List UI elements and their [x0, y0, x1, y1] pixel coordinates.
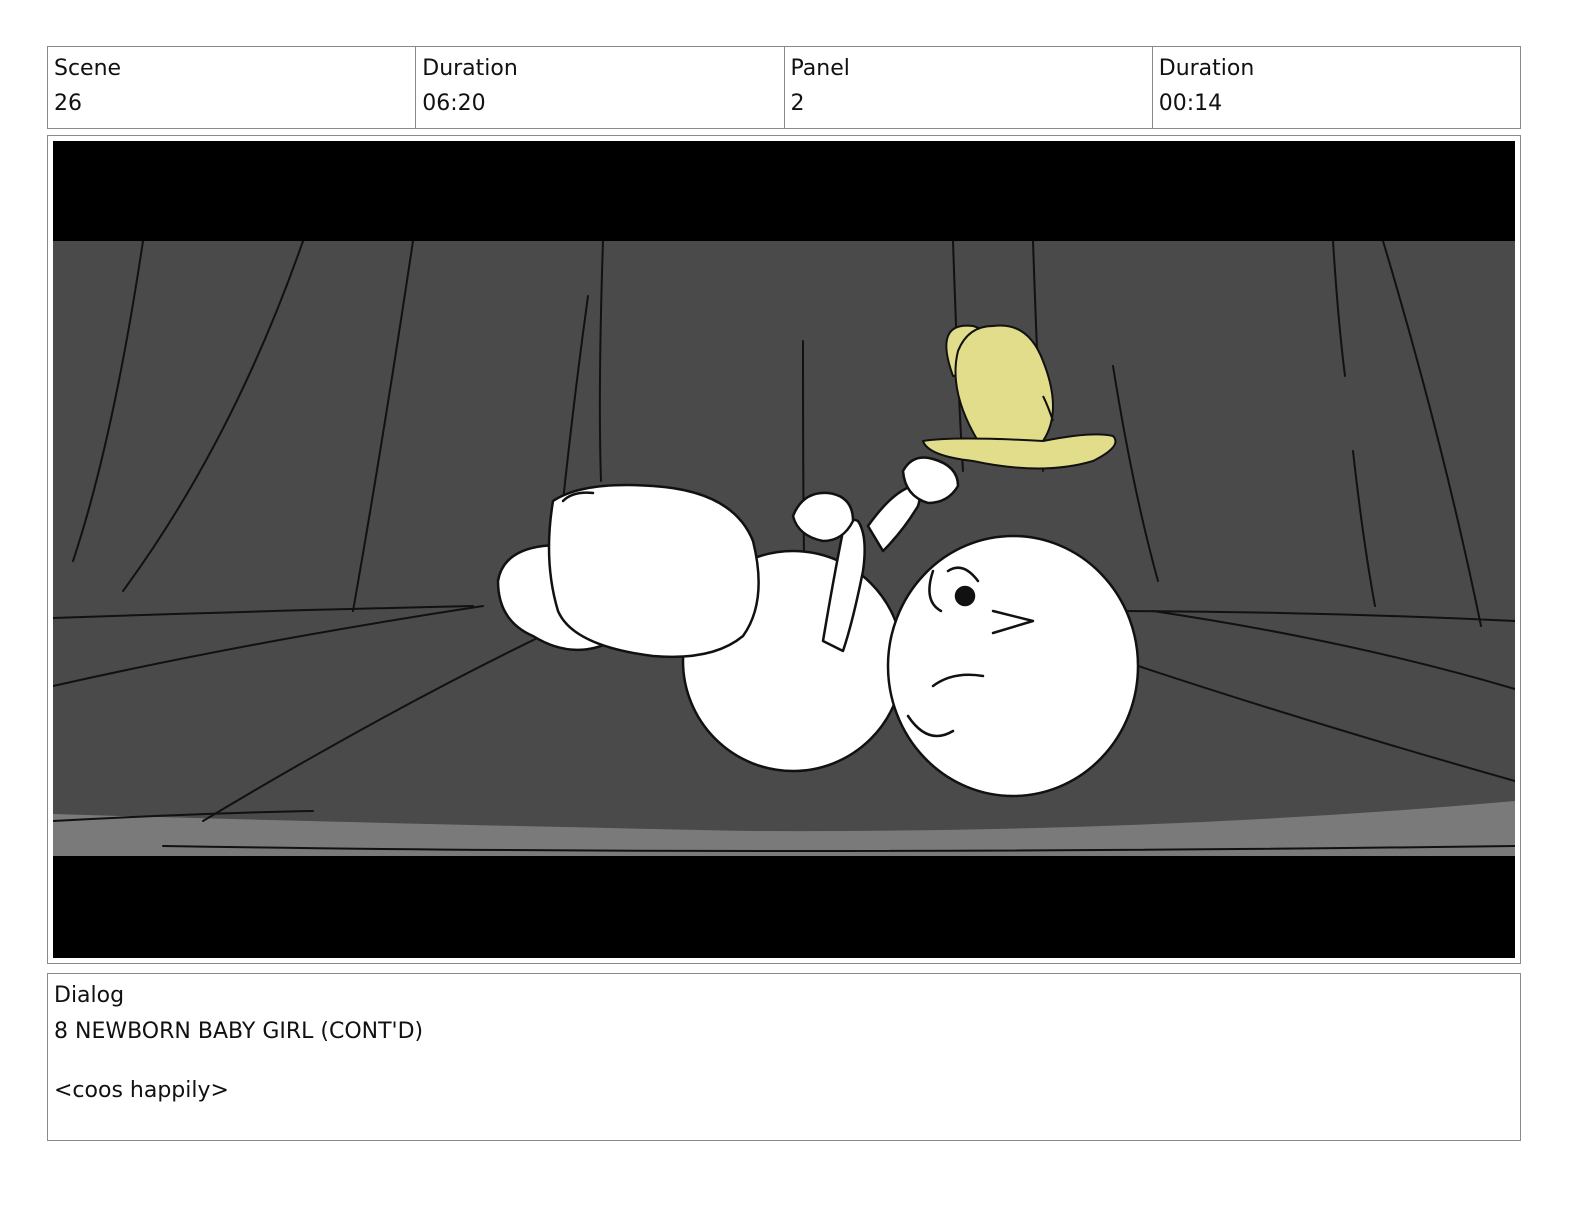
scene-duration-value: 06:20 — [422, 91, 486, 116]
scene-label: Scene — [54, 56, 122, 81]
scene-duration-cell: Duration 06:20 — [416, 47, 785, 128]
dialog-action-line: <coos happily> — [54, 1078, 229, 1103]
storyboard-panel-image — [53, 141, 1515, 958]
dialog-character-line: 8 NEWBORN BABY GIRL (CONT'D) — [54, 1019, 424, 1044]
dialog-box: Dialog 8 NEWBORN BABY GIRL (CONT'D) <coo… — [47, 973, 1521, 1141]
dialog-label: Dialog — [54, 983, 125, 1008]
panel-number: 2 — [790, 91, 805, 116]
panel-cell: Panel 2 — [785, 47, 1153, 128]
top-letterbox — [53, 141, 1515, 241]
scene-number: 26 — [54, 91, 82, 116]
panel-duration-value: 00:14 — [1158, 91, 1223, 116]
scene-duration-label: Duration — [422, 56, 518, 81]
panel-duration-cell: Duration 00:14 — [1153, 47, 1520, 128]
panel-label: Panel — [790, 56, 850, 81]
storyboard-header: Scene 26 Duration 06:20 Panel 2 Duration… — [47, 46, 1521, 129]
scene-cell: Scene 26 — [48, 47, 417, 128]
panel-duration-label: Duration — [1158, 56, 1255, 81]
bottom-letterbox — [53, 856, 1515, 958]
storyboard-panel-frame — [47, 135, 1521, 964]
